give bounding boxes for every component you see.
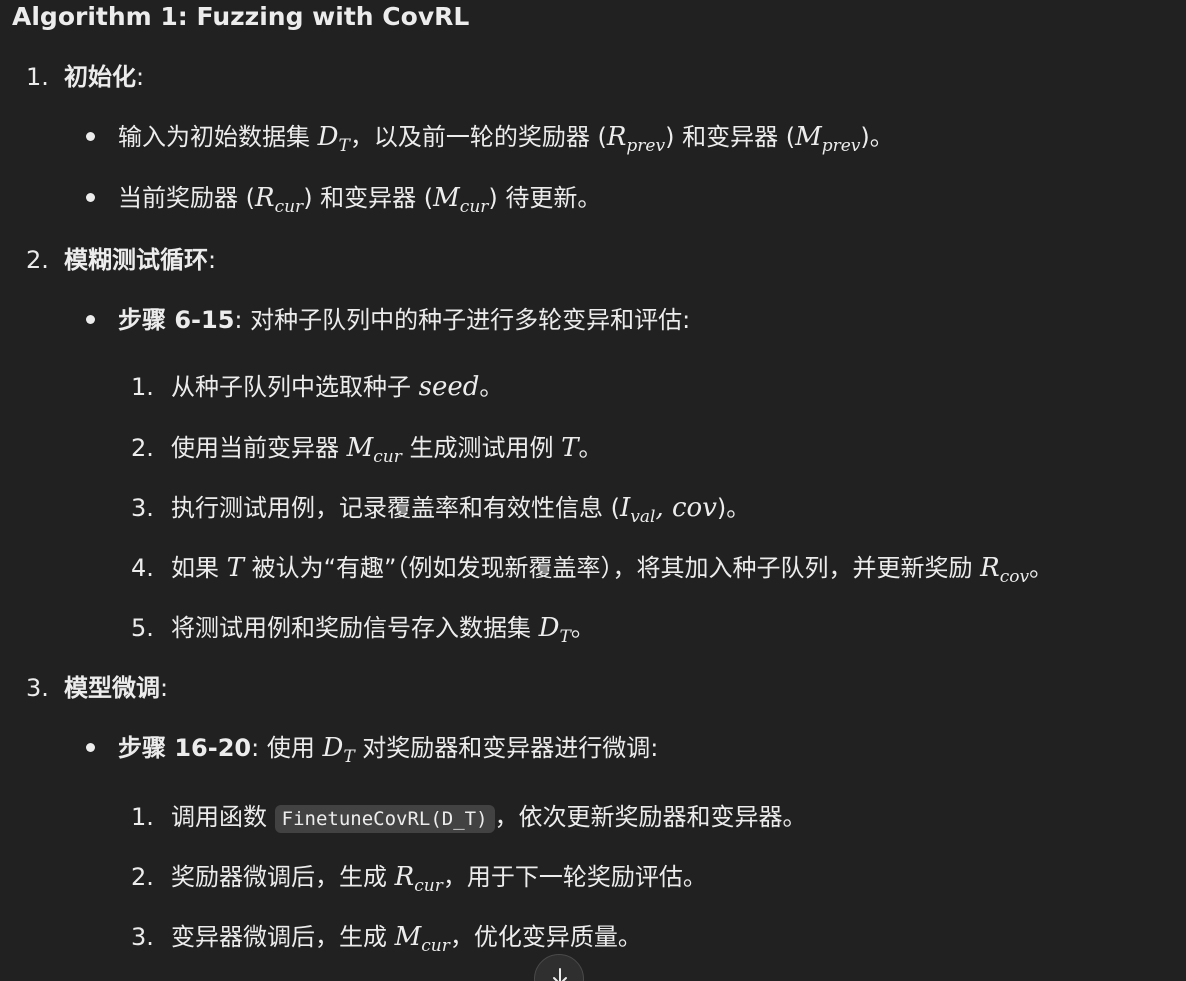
step-label: 步骤 16-20 bbox=[118, 734, 252, 762]
list-item: 5. 将测试用例和奖励信号存入数据集 DT。 bbox=[131, 608, 595, 648]
list-number: 3. bbox=[131, 923, 154, 951]
list-number: 5. bbox=[131, 614, 154, 642]
section-heading: 初始化 bbox=[64, 63, 136, 91]
list-item: 3. 变异器微调后，生成 Mcur，优化变异质量。 bbox=[131, 917, 642, 957]
list-number: 4. bbox=[131, 554, 154, 582]
arrow-down-icon bbox=[553, 968, 567, 981]
algorithm-title: Algorithm 1: Fuzzing with CovRL bbox=[12, 2, 470, 31]
section-model-finetuning: 3. 模型微调: bbox=[26, 668, 168, 708]
math-var: seed bbox=[418, 372, 480, 402]
list-item: 1. 从种子队列中选取种子 seed。 bbox=[131, 367, 503, 407]
math-var: T bbox=[226, 553, 244, 583]
scroll-to-bottom-button[interactable] bbox=[534, 954, 584, 981]
math-var: Rcur bbox=[394, 862, 443, 896]
list-number: 2. bbox=[131, 434, 154, 462]
list-item: 当前奖励器 (Rcur) 和变异器 (Mcur) 待更新。 bbox=[86, 183, 602, 217]
math-var: Mcur bbox=[433, 183, 489, 217]
section-initialization: 1. 初始化: bbox=[26, 57, 144, 97]
step-label: 步骤 6-15 bbox=[118, 306, 235, 334]
list-item: 3. 执行测试用例，记录覆盖率和有效性信息 (Ival, cov)。 bbox=[131, 488, 750, 528]
list-item: 1. 调用函数 FinetuneCovRL(D_T) ，依次更新奖励器和变异器。 bbox=[131, 797, 807, 837]
section-heading: 模糊测试循环 bbox=[64, 246, 208, 274]
section-fuzzing-loop: 2. 模糊测试循环: bbox=[26, 240, 216, 280]
list-number: 1. bbox=[131, 373, 154, 401]
math-var: T bbox=[561, 433, 579, 463]
math-var: Rcur bbox=[255, 183, 304, 217]
math-var: Rcov bbox=[980, 553, 1030, 587]
math-var: Mcur bbox=[394, 922, 450, 956]
math-var: DT bbox=[322, 733, 355, 767]
list-item: 4. 如果 T 被认为“有趣”（例如发现新覆盖率），将其加入种子队列，并更新奖励 … bbox=[131, 548, 1053, 588]
list-number: 2. bbox=[131, 863, 154, 891]
section-heading: 模型微调 bbox=[64, 674, 160, 702]
list-number: 1. bbox=[131, 803, 154, 831]
math-var: Rprev bbox=[606, 122, 666, 156]
list-item: 输入为初始数据集 DT，以及前一轮的奖励器 (Rprev) 和变异器 (Mpre… bbox=[86, 122, 894, 156]
list-number: 1. bbox=[26, 63, 49, 91]
math-var: Ival, cov bbox=[620, 493, 717, 527]
list-item: 步骤 16-20: 使用 DT 对奖励器和变异器进行微调: bbox=[86, 733, 659, 767]
math-var: DT bbox=[317, 122, 350, 156]
math-var: Mprev bbox=[795, 122, 861, 156]
list-item: 2. 使用当前变异器 Mcur 生成测试用例 T。 bbox=[131, 428, 602, 468]
chat-message: Algorithm 1: Fuzzing with CovRL 1. 初始化: 输… bbox=[0, 0, 1186, 981]
inline-code: FinetuneCovRL(D_T) bbox=[274, 805, 495, 833]
list-number: 2. bbox=[26, 246, 49, 274]
math-var: Mcur bbox=[346, 433, 402, 467]
list-item: 2. 奖励器微调后，生成 Rcur，用于下一轮奖励评估。 bbox=[131, 857, 707, 897]
list-number: 3. bbox=[26, 674, 49, 702]
list-number: 3. bbox=[131, 494, 154, 522]
math-var: DT bbox=[538, 613, 571, 647]
list-item: 步骤 6-15: 对种子队列中的种子进行多轮变异和评估: bbox=[86, 306, 691, 334]
